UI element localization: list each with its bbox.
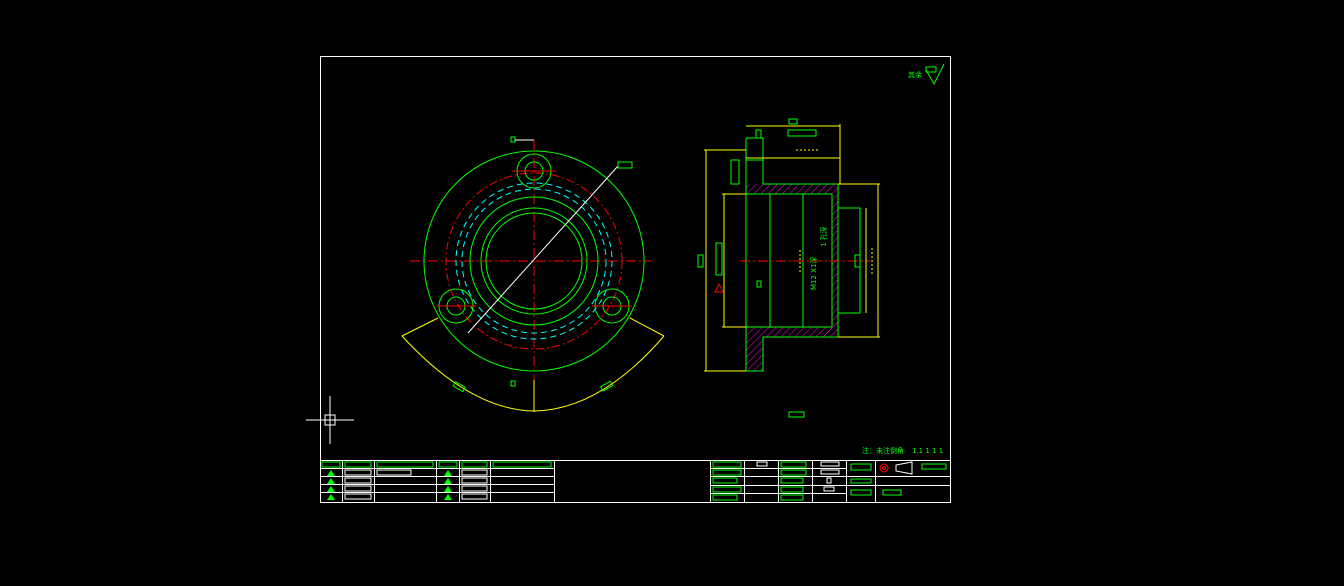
section-view: M12 X1深 1 孔深 [697, 118, 880, 418]
roughness-note-label: 其余 [908, 70, 922, 79]
note-text: 未注倒角 [876, 446, 904, 455]
drawing-frame [320, 56, 951, 503]
crosshair-cursor-icon [306, 396, 354, 444]
front-view [401, 136, 665, 412]
section-text-left: M12 X1深 [809, 257, 818, 290]
technical-note: 注： 未注倒角 1.1 1 1 1 [862, 446, 943, 455]
roughness-symbol: 其余 [908, 63, 945, 86]
note-marks: 1.1 1 1 1 [912, 447, 943, 455]
section-text-right: 1 孔深 [819, 226, 828, 247]
title-block [320, 460, 950, 502]
cad-drawing-canvas[interactable]: 其余 M12 X1深 1 孔深 注： 未注倒角 1.1 1 1 1 [0, 0, 1344, 586]
note-prefix: 注： [862, 446, 876, 455]
